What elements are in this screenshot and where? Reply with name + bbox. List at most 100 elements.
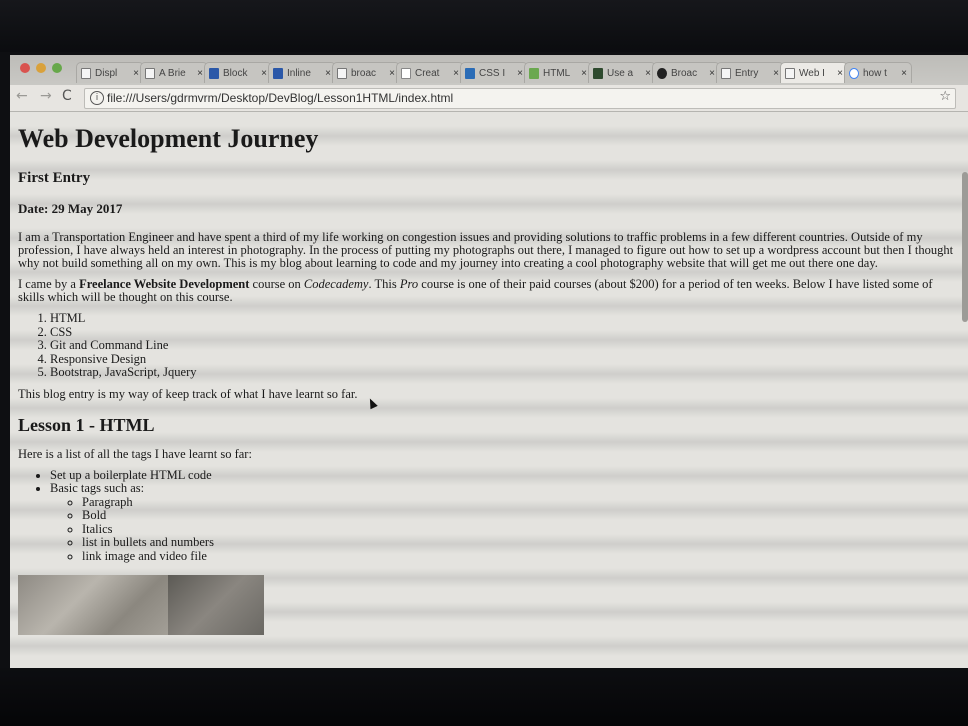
- page-title: Web Development Journey: [18, 124, 319, 153]
- browser-toolbar: ← → C i file:///Users/gdrmvrm/Desktop/De…: [10, 85, 968, 112]
- tab-label: Entry: [735, 67, 759, 79]
- tab-8[interactable]: HTML ×: [524, 62, 592, 83]
- course-provider: Codecademy: [303, 277, 369, 291]
- url-text[interactable]: file:///Users/gdrmvrm/Desktop/DevBlog/Le…: [107, 91, 453, 105]
- list-item: list in bullets and numbers: [82, 535, 960, 550]
- course-name: Freelance Website Development: [79, 277, 250, 291]
- close-icon[interactable]: ×: [837, 68, 843, 79]
- tab-strip: Displ × A Brie × Block × Inline × broac × Creat × CS…: [10, 55, 968, 85]
- tab-label: Block: [223, 67, 248, 79]
- window-minimize-button[interactable]: [36, 63, 46, 73]
- course-paragraph: I came by a Freelance Website Developmen…: [18, 278, 960, 304]
- document-icon: [145, 67, 155, 79]
- tab-6[interactable]: Creat ×: [396, 62, 464, 83]
- lesson-heading: Lesson 1 - HTML: [18, 414, 155, 435]
- info-icon[interactable]: i: [90, 91, 104, 105]
- tab-1[interactable]: Displ ×: [76, 62, 144, 83]
- close-icon[interactable]: ×: [389, 68, 395, 79]
- tab-label: Inline: [287, 67, 311, 79]
- list-item: Italics: [82, 522, 960, 537]
- course-text-2: course on: [249, 277, 304, 291]
- close-icon[interactable]: ×: [709, 68, 715, 79]
- list-item: Set up a boilerplate HTML code: [50, 468, 960, 483]
- tab-list: Displ × A Brie × Block × Inline × broac × Creat × CS…: [76, 62, 912, 85]
- close-icon[interactable]: ×: [261, 68, 267, 79]
- github-icon: [657, 67, 667, 79]
- bookmark-star-icon[interactable]: ☆: [939, 89, 951, 104]
- css-icon: [465, 67, 475, 79]
- notes-photo-image: [168, 575, 264, 635]
- entry-heading: First Entry: [18, 170, 91, 186]
- back-button[interactable]: ←: [16, 88, 28, 104]
- tab-9[interactable]: Use a ×: [588, 62, 656, 83]
- m-icon: [529, 67, 539, 79]
- keep-track-paragraph: This blog entry is my way of keep track …: [18, 386, 358, 401]
- tab-12[interactable]: Web I ×: [780, 62, 848, 83]
- reload-button[interactable]: C: [62, 88, 72, 104]
- basic-tags-label: Basic tags such as:: [50, 481, 145, 495]
- close-icon[interactable]: ×: [133, 68, 139, 79]
- tab-11[interactable]: Entry ×: [716, 62, 784, 83]
- video-icon: [209, 67, 219, 79]
- tab-label: Use a: [607, 67, 634, 79]
- document-icon: [721, 67, 731, 79]
- tags-list: Set up a boilerplate HTML code Basic tag…: [18, 468, 960, 564]
- scrollbar[interactable]: [962, 172, 968, 322]
- page-content: Web Development Journey First Entry Date…: [10, 112, 968, 668]
- close-icon[interactable]: ×: [581, 68, 587, 79]
- tags-intro: Here is a list of all the tags I have le…: [18, 446, 252, 461]
- close-icon[interactable]: ×: [325, 68, 331, 79]
- skills-list: HTML CSS Git and Command Line Responsive…: [18, 311, 960, 380]
- tab-label: HTML: [543, 67, 571, 79]
- tab-13[interactable]: how t ×: [844, 62, 912, 83]
- tab-4[interactable]: Inline ×: [268, 62, 336, 83]
- tab-label: how t: [863, 67, 887, 79]
- forward-button[interactable]: →: [40, 88, 52, 104]
- browser-window: Displ × A Brie × Block × Inline × broac × Creat × CS…: [10, 55, 968, 668]
- close-icon[interactable]: ×: [773, 68, 779, 79]
- close-icon[interactable]: ×: [453, 68, 459, 79]
- address-bar[interactable]: i file:///Users/gdrmvrm/Desktop/DevBlog/…: [84, 88, 956, 109]
- course-text-3: . This: [368, 277, 400, 291]
- course-text-1: I came by a: [18, 277, 80, 291]
- close-icon[interactable]: ×: [197, 68, 203, 79]
- close-icon[interactable]: ×: [645, 68, 651, 79]
- tab-2[interactable]: A Brie ×: [140, 62, 208, 83]
- tab-5[interactable]: broac ×: [332, 62, 400, 83]
- google-icon: [849, 67, 859, 79]
- window-maximize-button[interactable]: [52, 63, 62, 73]
- list-item: HTML: [50, 311, 960, 326]
- tab-3[interactable]: Block ×: [204, 62, 272, 83]
- list-item: CSS: [50, 325, 960, 340]
- codecademy-icon: [401, 67, 411, 79]
- video-icon: [273, 67, 283, 79]
- tab-label: CSS I: [479, 67, 506, 79]
- close-icon[interactable]: ×: [517, 68, 523, 79]
- tab-label: Displ: [95, 67, 118, 79]
- notes-photos: [18, 575, 960, 635]
- list-item: Bootstrap, JavaScript, Jquery: [50, 365, 960, 380]
- tab-label: A Brie: [159, 67, 186, 79]
- monitor-bezel-bottom: [0, 668, 968, 726]
- list-item: Basic tags such as: Paragraph Bold Itali…: [50, 481, 960, 564]
- tab-label: Broac: [671, 67, 698, 79]
- list-item: Paragraph: [82, 495, 960, 510]
- tab-10[interactable]: Broac ×: [652, 62, 720, 83]
- document-icon: [785, 67, 795, 79]
- tab-label: broac: [351, 67, 377, 79]
- notes-photo-image: [18, 575, 168, 635]
- course-tier: Pro: [399, 277, 419, 291]
- tab-7[interactable]: CSS I ×: [460, 62, 528, 83]
- entry-date: Date: 29 May 2017: [18, 201, 123, 216]
- document-icon: [337, 67, 347, 79]
- intro-paragraph: I am a Transportation Engineer and have …: [18, 230, 954, 270]
- window-close-button[interactable]: [20, 63, 30, 73]
- document-icon: [81, 67, 91, 79]
- terminal-icon: [593, 67, 603, 79]
- list-item: link image and video file: [82, 549, 960, 564]
- list-item: Responsive Design: [50, 352, 960, 367]
- tab-label: Web I: [799, 67, 825, 79]
- list-item: Bold: [82, 508, 960, 523]
- monitor-bezel-top: [0, 0, 968, 52]
- close-icon[interactable]: ×: [901, 68, 907, 79]
